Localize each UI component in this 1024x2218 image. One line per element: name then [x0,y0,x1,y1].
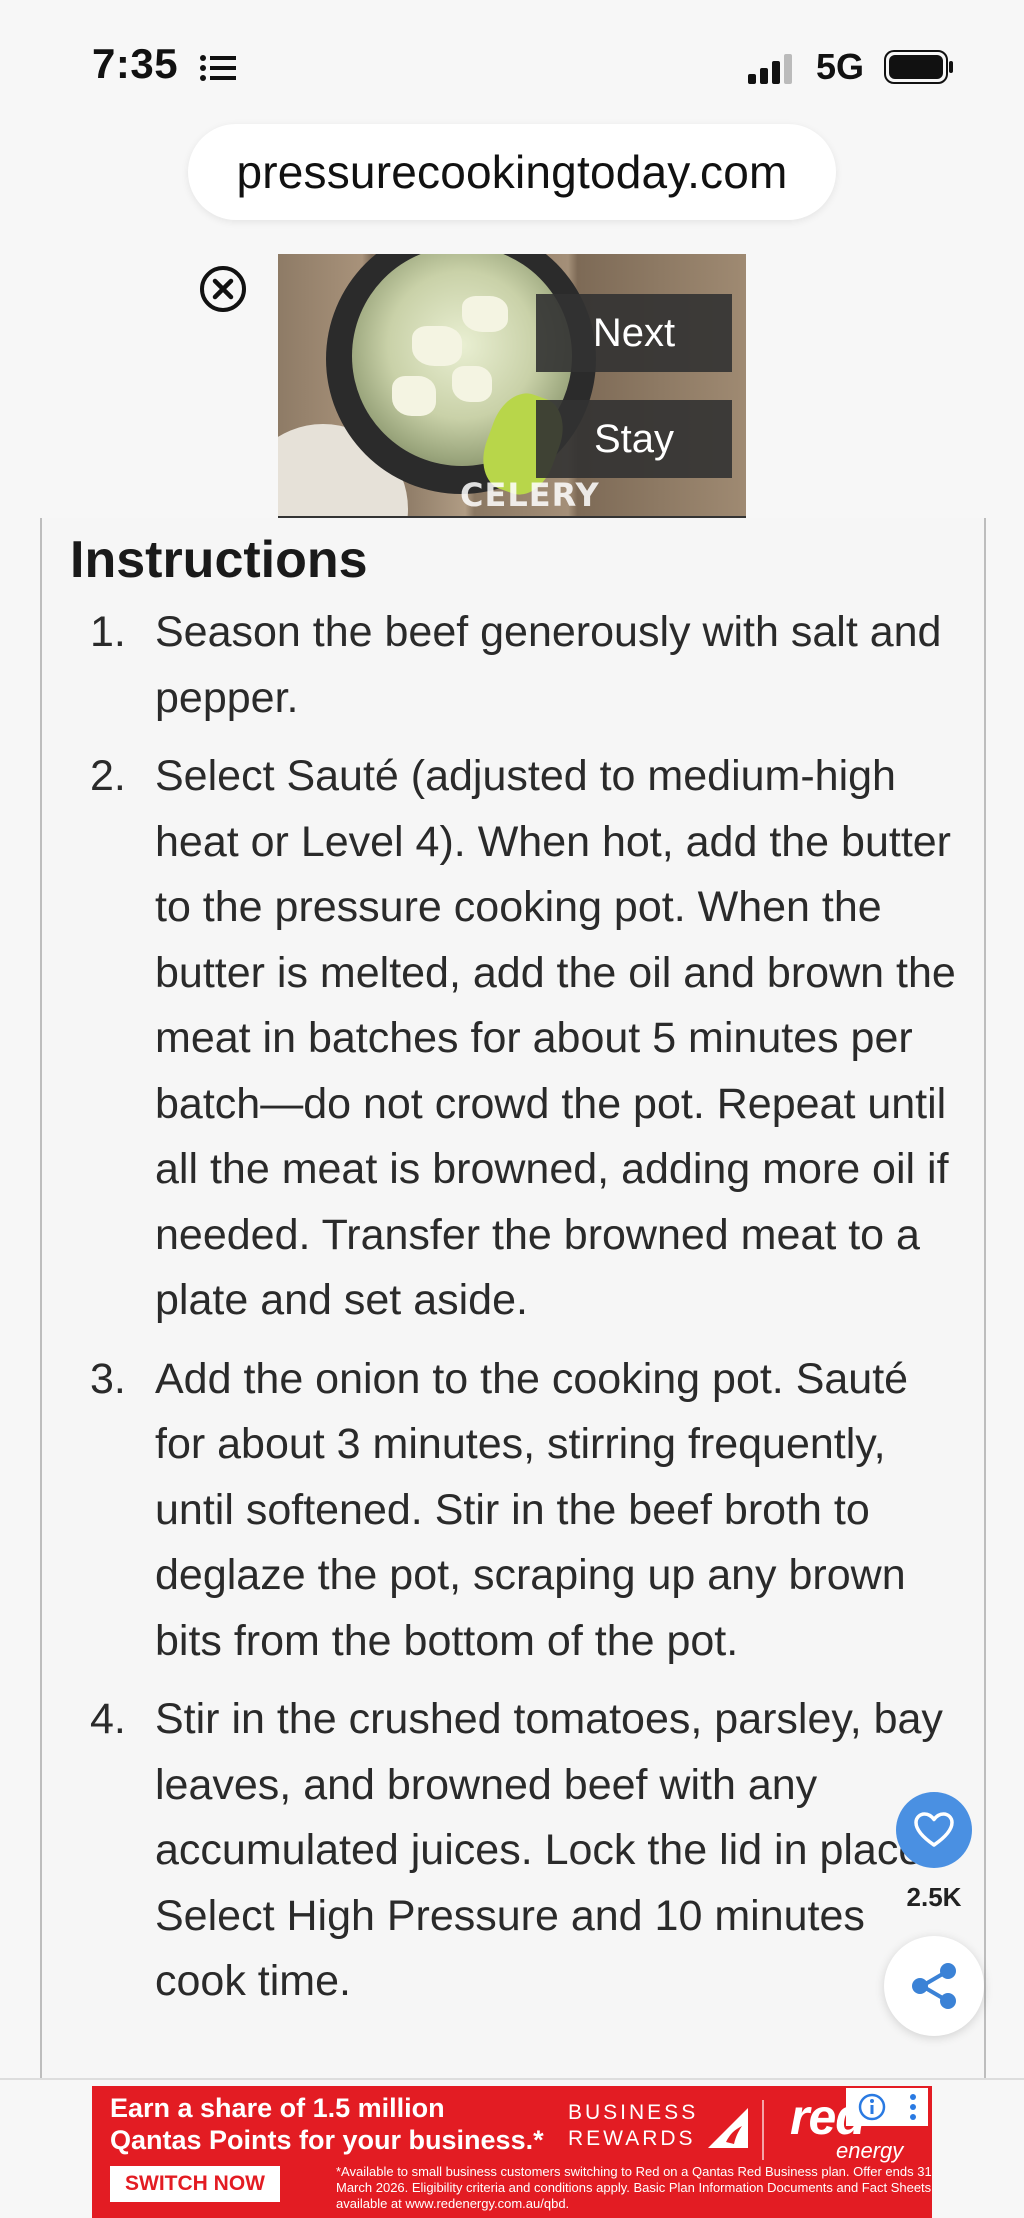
share-icon [912,1963,956,2009]
step-number: 2. [90,752,126,800]
ad-rewards-line-1: BUSINESS [568,2101,699,2124]
favorite-count: 2.5K [906,1882,962,1912]
battery-icon [884,50,953,84]
instructions-list: 1. Season the beef generously with salt … [42,600,984,2028]
instruction-step: 4. Stir in the crushed tomatoes, parsley… [42,1687,984,2015]
step-number: 4. [90,1695,126,1743]
ad-more-icon[interactable] [908,2093,918,2121]
instruction-step: 2. Select Sauté (adjusted to medium-high… [42,744,984,1334]
banner-ad-area: Earn a share of 1.5 million Qantas Point… [0,2078,1024,2218]
video-ad-player[interactable]: CELERY Next Stay [278,254,746,518]
ad-brand-sub: energy [836,2138,904,2163]
qantas-kangaroo-icon [708,2108,748,2148]
status-time: 7:35 [92,40,179,87]
ad-divider [762,2100,764,2160]
url-bar[interactable]: pressurecookingtoday.com [188,124,836,220]
ad-headline-2: Qantas Points for your business.* [110,2125,544,2155]
network-type: 5G [816,46,865,87]
step-text: Stir in the crushed tomatoes, parsley, b… [155,1695,943,2005]
instructions-card: Instructions 1. Season the beef generous… [40,518,986,2078]
status-bar: 7:35 5G [0,0,1024,130]
signal-icon [748,54,792,84]
ad-info-icon[interactable] [857,2092,887,2122]
ad-fine-print: *Available to small business customers s… [336,2164,932,2211]
list-icon [200,55,236,81]
instructions-heading: Instructions [70,531,368,589]
instruction-step: 3. Add the onion to the cooking pot. Sau… [42,1347,984,1675]
ad-rewards-label: BUSINESS REWARDS [568,2100,698,2152]
close-video-icon[interactable] [198,264,248,314]
banner-ad[interactable]: Earn a share of 1.5 million Qantas Point… [92,2086,932,2218]
next-button[interactable]: Next [536,294,732,372]
video-overlay-label: CELERY [460,476,600,514]
share-button[interactable] [884,1936,984,2036]
instruction-step: 1. Season the beef generously with salt … [42,600,984,731]
stay-button[interactable]: Stay [536,400,732,478]
step-text: Add the onion to the cooking pot. Sauté … [155,1354,909,1665]
ad-switch-now-button[interactable]: SWITCH NOW [110,2166,280,2202]
step-number: 1. [90,608,126,656]
favorite-button[interactable] [896,1792,972,1868]
ad-rewards-line-2: REWARDS [568,2127,696,2150]
step-text: Select Sauté (adjusted to medium-high he… [155,752,956,1324]
heart-icon [914,1812,954,1847]
step-number: 3. [90,1354,126,1403]
step-text: Season the beef generously with salt and… [155,608,942,722]
ad-headline: Earn a share of 1.5 million [110,2093,445,2123]
ad-info-controls [846,2088,928,2126]
